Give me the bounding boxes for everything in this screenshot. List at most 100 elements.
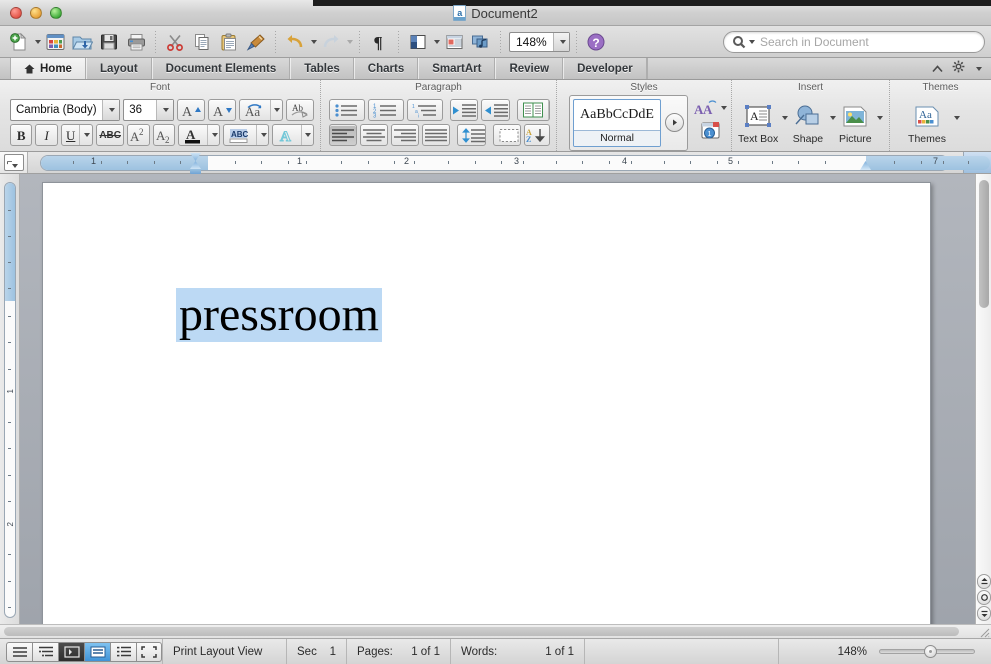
font-name-combo[interactable]: Cambria (Body) — [10, 99, 120, 121]
font-size-combo[interactable]: 36 — [123, 99, 174, 121]
tab-layout[interactable]: Layout — [86, 58, 152, 79]
tab-smartart[interactable]: SmartArt — [418, 58, 495, 79]
style-item-normal[interactable]: AaBbCcDdE Normal — [573, 99, 661, 147]
media-browser-button[interactable] — [42, 29, 68, 55]
horizontal-scrollbar-thumb[interactable] — [4, 627, 959, 636]
numbered-list-dropdown-icon[interactable] — [403, 100, 404, 120]
toolbox-button[interactable] — [441, 29, 467, 55]
font-color-icon[interactable]: A — [179, 125, 207, 145]
highlight-icon[interactable]: ABC — [224, 125, 256, 145]
toolbar-zoom-control[interactable]: 148% — [509, 32, 570, 52]
italic-button[interactable]: I — [35, 124, 57, 146]
tab-developer[interactable]: Developer — [563, 58, 647, 79]
ribbon-settings-dropdown-icon[interactable] — [976, 67, 982, 71]
highlight-dropdown-icon[interactable] — [256, 125, 268, 145]
font-name-dropdown-icon[interactable] — [102, 100, 119, 120]
copy-button[interactable] — [189, 29, 215, 55]
underline-dropdown-icon[interactable] — [79, 125, 92, 145]
resize-grip[interactable] — [977, 625, 991, 639]
horizontal-ruler[interactable]: 1 1 2 3 4 — [28, 152, 963, 173]
undo-button[interactable] — [282, 29, 308, 55]
gear-icon[interactable] — [952, 60, 965, 78]
cut-button[interactable] — [162, 29, 188, 55]
print-layout-view-button[interactable] — [84, 642, 110, 662]
align-left-button[interactable] — [329, 124, 357, 146]
shrink-font-button[interactable]: A — [208, 99, 236, 121]
zoom-slider-knob[interactable] — [924, 645, 937, 658]
print-button[interactable] — [123, 29, 149, 55]
line-spacing-icon[interactable] — [458, 125, 486, 145]
multilevel-list-icon[interactable]: 1ai — [408, 100, 442, 120]
clear-formatting-button[interactable]: Ab — [286, 99, 314, 121]
columns-icon[interactable] — [518, 100, 548, 120]
subscript-button[interactable]: A 2 — [153, 124, 175, 146]
text-box-dropdown-icon[interactable] — [782, 116, 788, 120]
next-page-button[interactable] — [977, 606, 991, 621]
increase-indent-button[interactable] — [481, 99, 509, 121]
show-formatting-button[interactable]: ¶ — [366, 29, 392, 55]
bulleted-list-dropdown-icon[interactable] — [364, 100, 365, 120]
borders-control[interactable] — [493, 124, 521, 146]
align-justify-button[interactable] — [422, 124, 450, 146]
select-browse-object-button[interactable] — [977, 590, 991, 605]
styles-pane-button[interactable]: 1 — [700, 121, 722, 146]
insert-text-box-button[interactable]: A Text Box — [738, 102, 778, 145]
new-document-dropdown-icon[interactable] — [35, 40, 41, 44]
undo-dropdown-icon[interactable] — [311, 40, 317, 44]
text-effects-control[interactable]: A — [272, 124, 314, 146]
notebook-view-button[interactable] — [110, 642, 136, 662]
change-case-dropdown-icon[interactable] — [270, 100, 282, 120]
shape-dropdown-icon[interactable] — [830, 116, 836, 120]
chevron-up-icon[interactable] — [932, 60, 943, 78]
zoom-slider[interactable] — [879, 649, 981, 654]
draft-view-button[interactable] — [6, 642, 32, 662]
grow-font-button[interactable]: A — [177, 99, 205, 121]
change-case-control[interactable]: Aa — [239, 99, 283, 121]
bold-button[interactable]: B — [10, 124, 32, 146]
borders-icon[interactable] — [494, 125, 521, 145]
new-document-button[interactable] — [6, 29, 32, 55]
numbered-list-icon[interactable]: 123 — [369, 100, 403, 120]
multilevel-list-control[interactable]: 1ai — [407, 99, 443, 121]
themes-dropdown-icon[interactable] — [954, 116, 960, 120]
columns-control[interactable] — [517, 99, 550, 121]
sort-button[interactable]: A Z — [524, 124, 550, 146]
multilevel-list-dropdown-icon[interactable] — [442, 100, 443, 120]
search-magnifier-icon[interactable] — [724, 35, 760, 49]
paste-button[interactable] — [216, 29, 242, 55]
highlight-control[interactable]: ABC — [223, 124, 269, 146]
tab-stop-selector[interactable]: ⌐ — [0, 152, 28, 173]
bulleted-list-control[interactable] — [329, 99, 365, 121]
tab-charts[interactable]: Charts — [354, 58, 418, 79]
manage-styles-button[interactable]: A A — [694, 100, 727, 116]
manage-styles-dropdown-icon[interactable] — [721, 106, 727, 110]
publishing-view-button[interactable] — [58, 642, 84, 662]
vertical-scrollbar[interactable] — [975, 174, 991, 624]
document-page[interactable]: pressroom — [42, 182, 931, 624]
strikethrough-button[interactable]: ABC — [96, 124, 124, 146]
numbered-list-control[interactable]: 123 — [368, 99, 404, 121]
document-text[interactable]: pressroom — [176, 288, 382, 342]
open-button[interactable] — [69, 29, 95, 55]
picture-dropdown-icon[interactable] — [877, 116, 883, 120]
bulleted-list-icon[interactable] — [330, 100, 364, 120]
decrease-indent-button[interactable] — [450, 99, 478, 121]
document-canvas[interactable]: pressroom — [20, 174, 975, 624]
font-color-dropdown-icon[interactable] — [207, 125, 219, 145]
vertical-scrollbar-thumb[interactable] — [979, 180, 989, 308]
search-box[interactable] — [723, 31, 985, 53]
font-size-dropdown-icon[interactable] — [156, 100, 173, 120]
align-center-button[interactable] — [360, 124, 388, 146]
vertical-ruler[interactable]: 1 2 — [0, 174, 20, 624]
line-spacing-control[interactable] — [457, 124, 486, 146]
insert-shape-button[interactable]: Shape — [790, 102, 825, 145]
align-right-button[interactable] — [391, 124, 419, 146]
themes-button[interactable]: Aa Themes — [904, 102, 950, 145]
text-effects-dropdown-icon[interactable] — [301, 125, 313, 145]
search-scope-dropdown-icon[interactable] — [749, 40, 755, 44]
text-effects-icon[interactable]: A — [273, 125, 301, 145]
font-color-control[interactable]: A — [178, 124, 220, 146]
media-button[interactable] — [468, 29, 494, 55]
redo-button[interactable] — [318, 29, 344, 55]
insert-picture-button[interactable]: Picture — [838, 102, 873, 145]
